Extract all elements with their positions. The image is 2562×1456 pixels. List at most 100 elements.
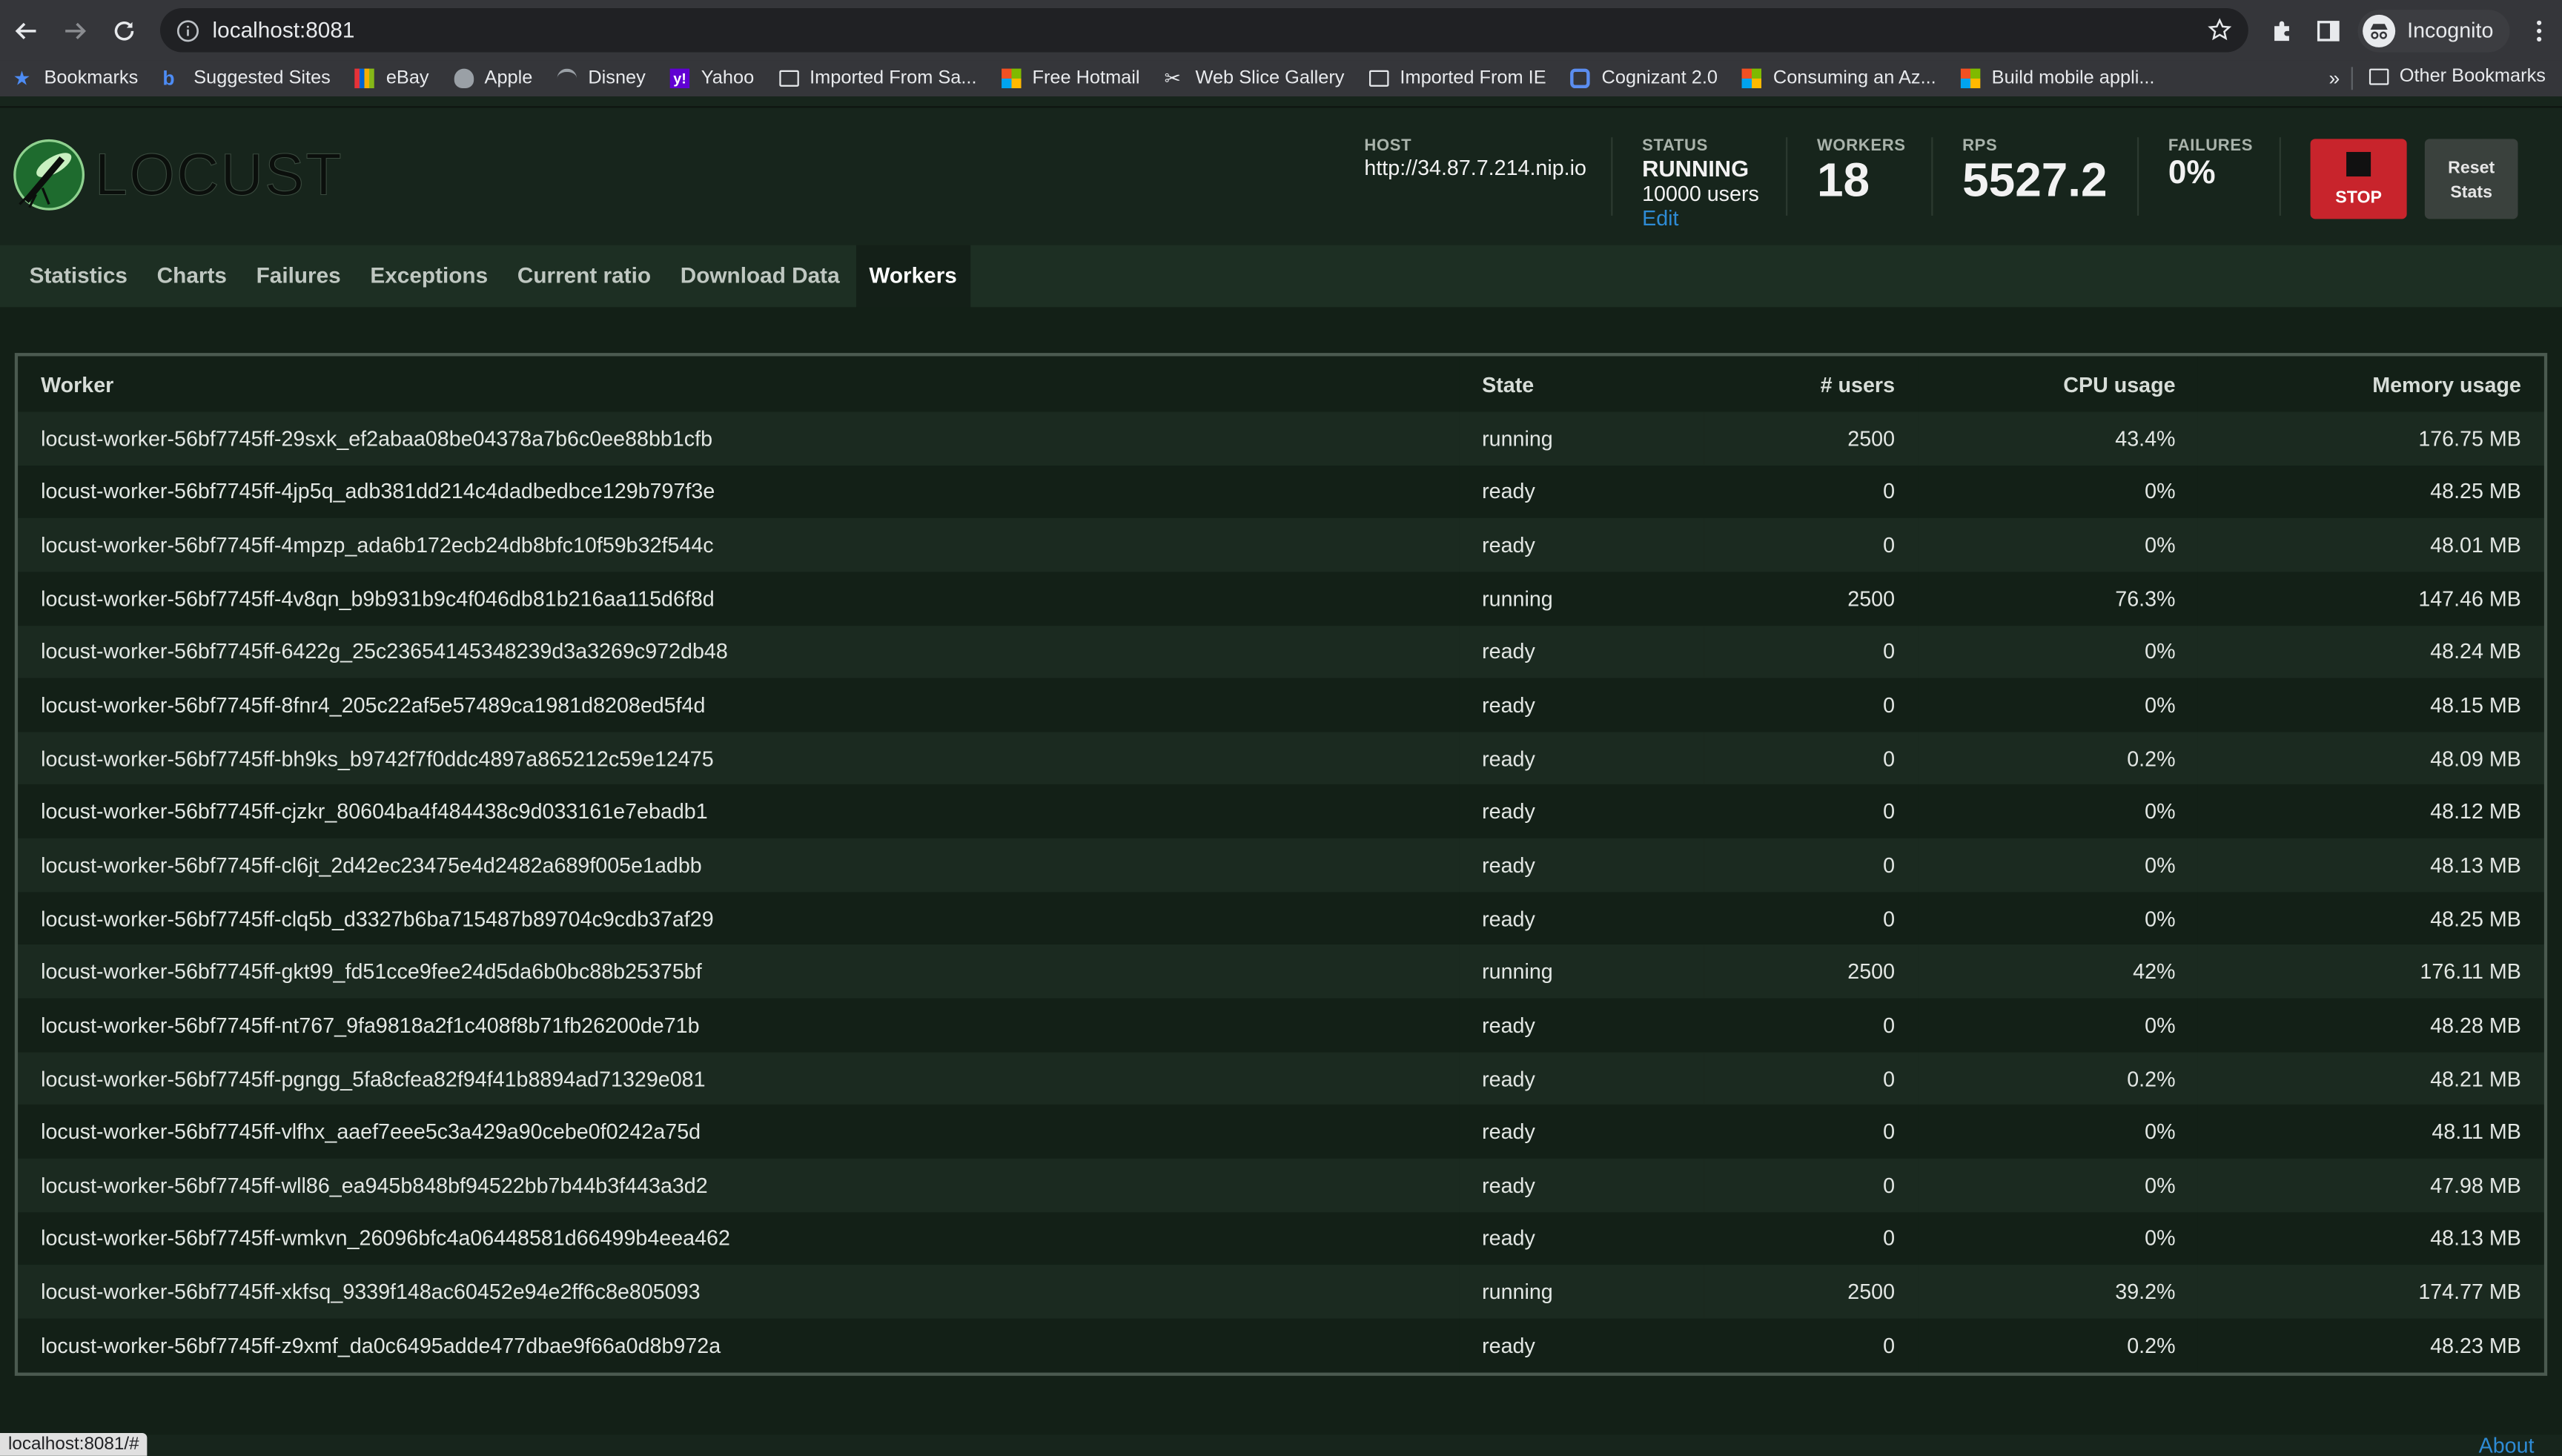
cell-state: ready (1459, 998, 1704, 1052)
column-header-memory[interactable]: Memory usage (2198, 356, 2544, 412)
table-row: locust-worker-56bf7745ff-29sxk_ef2abaa08… (18, 411, 2544, 466)
forward-icon[interactable] (53, 7, 99, 53)
cell-worker: locust-worker-56bf7745ff-4jp5q_adb381dd2… (18, 465, 1460, 519)
tab-statistics[interactable]: Statistics (16, 245, 141, 308)
url-text[interactable]: localhost:8081 (213, 18, 355, 42)
locust-logo[interactable]: LOCUST (13, 139, 343, 211)
other-bookmarks[interactable]: Other Bookmarks (2368, 67, 2546, 87)
incognito-badge[interactable]: Incognito (2358, 9, 2510, 52)
bookmark-free-hotmail[interactable]: Free Hotmail (1001, 68, 1140, 89)
bookmark-disney[interactable]: Disney (557, 68, 646, 88)
cell-users: 0 (1704, 785, 1918, 838)
cell-cpu: 0% (1917, 465, 2199, 519)
bookmark-yahoo[interactable]: y! Yahoo (669, 68, 754, 89)
host-stat: HOST http://34.87.7.214.nip.io (1364, 137, 1586, 179)
bookmark-imported-ie[interactable]: Imported From IE (1368, 69, 1546, 88)
reload-icon[interactable] (102, 7, 148, 53)
cell-users: 0 (1704, 1318, 1918, 1372)
cell-memory: 47.98 MB (2198, 1158, 2544, 1212)
header-divider (1786, 137, 1788, 216)
bookmark-build-mobile[interactable]: Build mobile appli... (1960, 68, 2154, 89)
header-divider (2279, 137, 2281, 216)
bookmarks-divider (2351, 67, 2353, 90)
stop-icon (2346, 151, 2371, 177)
column-header-users[interactable]: # users (1704, 356, 1918, 412)
cell-cpu: 42% (1917, 944, 2199, 999)
cell-users: 0 (1704, 891, 1918, 945)
about-link[interactable]: About (2479, 1433, 2535, 1456)
cell-cpu: 76.3% (1917, 572, 2199, 626)
disney-icon (557, 68, 577, 88)
folder-icon (1368, 70, 1388, 87)
tab-failures[interactable]: Failures (243, 245, 354, 308)
status-value: RUNNING (1642, 155, 1750, 182)
bookmark-web-slice-gallery[interactable]: ✂ Web Slice Gallery (1165, 69, 1345, 88)
bookmark-bookmarks[interactable]: ★ Bookmarks (13, 69, 139, 88)
cell-worker: locust-worker-56bf7745ff-bh9ks_b9742f7f0… (18, 732, 1460, 786)
extensions-icon[interactable] (2260, 7, 2306, 53)
ebay-icon (354, 68, 375, 89)
bookmark-suggested-sites[interactable]: b Suggested Sites (162, 69, 331, 88)
bookmark-apple[interactable]: Apple (453, 68, 532, 89)
table-row: locust-worker-56bf7745ff-clq5b_d3327b6ba… (18, 891, 2544, 945)
cell-users: 0 (1704, 678, 1918, 732)
address-bar[interactable]: localhost:8081 (159, 8, 2248, 53)
cell-memory: 48.28 MB (2198, 998, 2544, 1052)
stop-button[interactable]: STOP (2310, 139, 2407, 219)
menu-kebab-icon[interactable] (2516, 7, 2562, 53)
link-status-bar: localhost:8081/# (0, 1432, 148, 1456)
column-header-worker[interactable]: Worker (18, 356, 1460, 412)
bookmark-star-icon[interactable] (2208, 18, 2232, 42)
cell-memory: 48.13 MB (2198, 838, 2544, 892)
cell-users: 0 (1704, 732, 1918, 786)
bookmarks-overflow-button[interactable]: » (2329, 67, 2340, 90)
edit-link[interactable]: Edit (1642, 206, 1759, 231)
cell-users: 0 (1704, 465, 1918, 519)
user-count: 10000 users (1642, 181, 1759, 206)
reset-stats-button[interactable]: Reset Stats (2424, 139, 2518, 219)
cell-users: 0 (1704, 625, 1918, 679)
host-label: HOST (1364, 137, 1412, 156)
cognizant-icon (1570, 68, 1591, 89)
cell-worker: locust-worker-56bf7745ff-nt767_9fa9818a2… (18, 998, 1460, 1052)
cell-users: 0 (1704, 998, 1918, 1052)
cell-worker: locust-worker-56bf7745ff-xkfsq_9339f148a… (18, 1265, 1460, 1319)
cell-memory: 48.24 MB (2198, 625, 2544, 679)
table-row: locust-worker-56bf7745ff-4jp5q_adb381dd2… (18, 465, 2544, 519)
tab-exceptions[interactable]: Exceptions (357, 245, 501, 308)
bookmarks-bar: ★ Bookmarks b Suggested Sites eBay Apple D… (0, 60, 2562, 97)
back-icon[interactable] (3, 7, 49, 53)
info-icon[interactable] (176, 19, 199, 42)
tab-download-data[interactable]: Download Data (667, 245, 853, 308)
failures-stat: FAILURES 0% (2168, 137, 2253, 193)
cell-users: 0 (1704, 1211, 1918, 1265)
cell-worker: locust-worker-56bf7745ff-cl6jt_2d42ec234… (18, 838, 1460, 892)
folder-icon (2368, 68, 2389, 85)
cell-cpu: 0% (1917, 1211, 2199, 1265)
cell-state: ready (1459, 1211, 1704, 1265)
table-row: locust-worker-56bf7745ff-cjzkr_80604ba4f… (18, 785, 2544, 838)
cell-worker: locust-worker-56bf7745ff-gkt99_fd51cce9f… (18, 944, 1460, 999)
bookmark-cognizant[interactable]: Cognizant 2.0 (1570, 68, 1718, 89)
cell-state: ready (1459, 1105, 1704, 1159)
cell-state: running (1459, 572, 1704, 626)
cell-worker: locust-worker-56bf7745ff-6422g_25c236541… (18, 625, 1460, 679)
cell-memory: 48.09 MB (2198, 732, 2544, 786)
side-panel-icon[interactable] (2306, 7, 2351, 53)
column-header-state[interactable]: State (1459, 356, 1704, 412)
cell-state: running (1459, 411, 1704, 466)
bookmark-imported-safari[interactable]: Imported From Sa... (778, 69, 977, 88)
bookmark-ebay[interactable]: eBay (354, 68, 429, 89)
column-header-cpu[interactable]: CPU usage (1917, 356, 2199, 412)
cell-cpu: 43.4% (1917, 411, 2199, 466)
cell-cpu: 0% (1917, 838, 2199, 892)
bookmark-consuming-azure[interactable]: Consuming an Az... (1742, 68, 1936, 89)
tab-current-ratio[interactable]: Current ratio (504, 245, 663, 308)
header-divider (1611, 137, 1613, 216)
tab-charts[interactable]: Charts (144, 245, 240, 308)
tab-workers[interactable]: Workers (855, 245, 970, 308)
status-stat: STATUS RUNNING 10000 users Edit (1642, 137, 1759, 231)
cell-state: ready (1459, 732, 1704, 786)
table-row: locust-worker-56bf7745ff-vlfhx_aaef7eee5… (18, 1105, 2544, 1159)
cell-cpu: 0% (1917, 1105, 2199, 1159)
